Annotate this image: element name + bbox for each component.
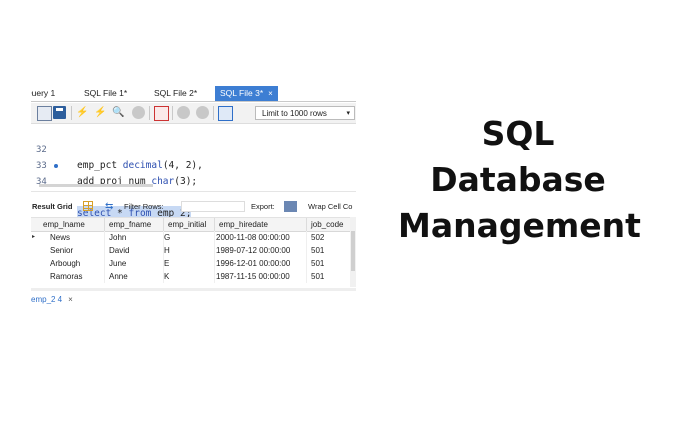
wrap-cell-label[interactable]: Wrap Cell Co bbox=[308, 199, 352, 214]
close-icon[interactable]: × bbox=[268, 89, 273, 98]
headline-line-1: SQL bbox=[481, 114, 555, 153]
cell-emp-lname[interactable]: Ramoras bbox=[46, 270, 105, 283]
column-header[interactable]: job_code bbox=[307, 218, 351, 231]
cell-emp-lname[interactable]: Senior bbox=[46, 244, 105, 257]
headline-line-3: Management bbox=[398, 206, 641, 245]
cell-emp-hiredate[interactable]: 2000-11-08 00:00:00 bbox=[212, 231, 307, 244]
execute-lightning-icon[interactable]: ⚡ bbox=[76, 106, 89, 119]
table-row[interactable]: Senior David H 1989-07-12 00:00:00 501 bbox=[31, 244, 356, 257]
cell-emp-lname[interactable]: Arbough bbox=[46, 257, 105, 270]
toolbar-separator bbox=[71, 106, 72, 120]
tab-sql-file-3[interactable]: SQL File 3* × bbox=[215, 86, 278, 101]
sql-editor-toolbar: ⚡ ⚡ 🔍 Limit to 1000 rows ▾ bbox=[31, 103, 356, 124]
cell-emp-initial[interactable]: E bbox=[160, 257, 215, 270]
cell-emp-fname[interactable]: David bbox=[105, 244, 164, 257]
editor-horizontal-scrollbar[interactable] bbox=[39, 184, 153, 187]
autocommit-icon[interactable] bbox=[218, 106, 233, 121]
result-tab-emp-2[interactable]: emp_2 4 × bbox=[31, 294, 73, 306]
cell-emp-fname[interactable]: John bbox=[105, 231, 164, 244]
cell-job-code[interactable]: 501 bbox=[307, 257, 351, 270]
result-grid-label[interactable]: Result Grid bbox=[32, 199, 72, 214]
rollback-icon[interactable] bbox=[196, 106, 209, 119]
grid-horizontal-scrollbar[interactable] bbox=[31, 288, 356, 291]
open-folder-icon[interactable] bbox=[37, 106, 52, 121]
stop-icon[interactable] bbox=[132, 106, 145, 119]
commit-icon[interactable] bbox=[177, 106, 190, 119]
toggle-continue-icon[interactable] bbox=[154, 106, 169, 121]
workbench-screenshot: Query 1 SQL File 1* SQL File 2* SQL File… bbox=[31, 78, 356, 308]
export-icon[interactable] bbox=[284, 201, 297, 212]
cell-job-code[interactable]: 502 bbox=[307, 231, 351, 244]
tab-sql-file-1[interactable]: SQL File 1* bbox=[84, 86, 127, 101]
toolbar-separator bbox=[149, 106, 150, 120]
chevron-down-icon: ▾ bbox=[346, 110, 350, 117]
cell-emp-initial[interactable]: H bbox=[160, 244, 215, 257]
tab-query-1[interactable]: Query 1 bbox=[31, 86, 55, 101]
export-label: Export: bbox=[251, 202, 275, 211]
toolbar-separator bbox=[213, 106, 214, 120]
cell-emp-hiredate[interactable]: 1996-12-01 00:00:00 bbox=[212, 257, 307, 270]
cell-emp-lname[interactable]: News bbox=[46, 231, 105, 244]
refresh-icon[interactable]: ⇆ bbox=[105, 199, 113, 214]
filter-rows-input[interactable] bbox=[181, 201, 245, 212]
editor-line: 32 emp_pct decimal(4, 2), bbox=[31, 126, 356, 171]
cell-emp-fname[interactable]: June bbox=[105, 257, 164, 270]
table-row[interactable]: Ramoras Anne K 1987-11-15 00:00:00 501 bbox=[31, 270, 356, 283]
tab-sql-file-2[interactable]: SQL File 2* bbox=[154, 86, 197, 101]
column-header[interactable]: emp_initial bbox=[164, 218, 215, 231]
cell-emp-initial[interactable]: G bbox=[160, 231, 215, 244]
current-row-pointer-icon: ▸ bbox=[32, 234, 36, 240]
cell-job-code[interactable]: 501 bbox=[307, 270, 351, 283]
explain-magnifier-icon[interactable]: 🔍 bbox=[112, 106, 125, 119]
close-icon[interactable]: × bbox=[68, 295, 73, 304]
grid-header-row: emp_lname emp_fname emp_initial emp_hire… bbox=[31, 217, 356, 232]
grid-icon[interactable] bbox=[83, 201, 93, 211]
limit-rows-select[interactable]: Limit to 1000 rows ▾ bbox=[255, 106, 355, 120]
editor-line: 33 add proj_num char(3); bbox=[31, 142, 356, 187]
column-header[interactable]: emp_fname bbox=[105, 218, 164, 231]
code-text: add proj_num char(3); bbox=[77, 176, 198, 187]
grid-vertical-scrollbar[interactable] bbox=[350, 217, 356, 287]
cell-emp-fname[interactable]: Anne bbox=[105, 270, 164, 283]
column-header[interactable]: emp_hiredate bbox=[215, 218, 307, 231]
line-number: 34 bbox=[36, 177, 47, 187]
column-header[interactable]: emp_lname bbox=[39, 218, 105, 231]
execute-current-icon[interactable]: ⚡ bbox=[94, 106, 107, 119]
toolbar-separator bbox=[172, 106, 173, 120]
table-row[interactable]: Arbough June E 1996-12-01 00:00:00 501 bbox=[31, 257, 356, 270]
save-icon[interactable] bbox=[53, 106, 66, 119]
filter-rows-label: Filter Rows: bbox=[124, 202, 164, 211]
cell-emp-hiredate[interactable]: 1987-11-15 00:00:00 bbox=[212, 270, 307, 283]
statement-marker-icon bbox=[54, 164, 58, 168]
panel-divider[interactable] bbox=[31, 191, 356, 192]
result-toolbar: Result Grid ⇆ Filter Rows: Export: Wrap … bbox=[31, 199, 356, 214]
headline-line-2: Database bbox=[430, 160, 606, 199]
editor-tab-bar: Query 1 SQL File 1* SQL File 2* SQL File… bbox=[31, 86, 356, 102]
table-row[interactable]: ▸ News John G 2000-11-08 00:00:00 502 bbox=[31, 231, 356, 244]
sql-editor[interactable]: 32 emp_pct decimal(4, 2), 33 add proj_nu… bbox=[31, 124, 356, 222]
cell-emp-initial[interactable]: K bbox=[160, 270, 215, 283]
editor-line: 34 select * from emp_2; bbox=[31, 158, 356, 222]
cell-job-code[interactable]: 501 bbox=[307, 244, 351, 257]
cell-emp-hiredate[interactable]: 1989-07-12 00:00:00 bbox=[212, 244, 307, 257]
